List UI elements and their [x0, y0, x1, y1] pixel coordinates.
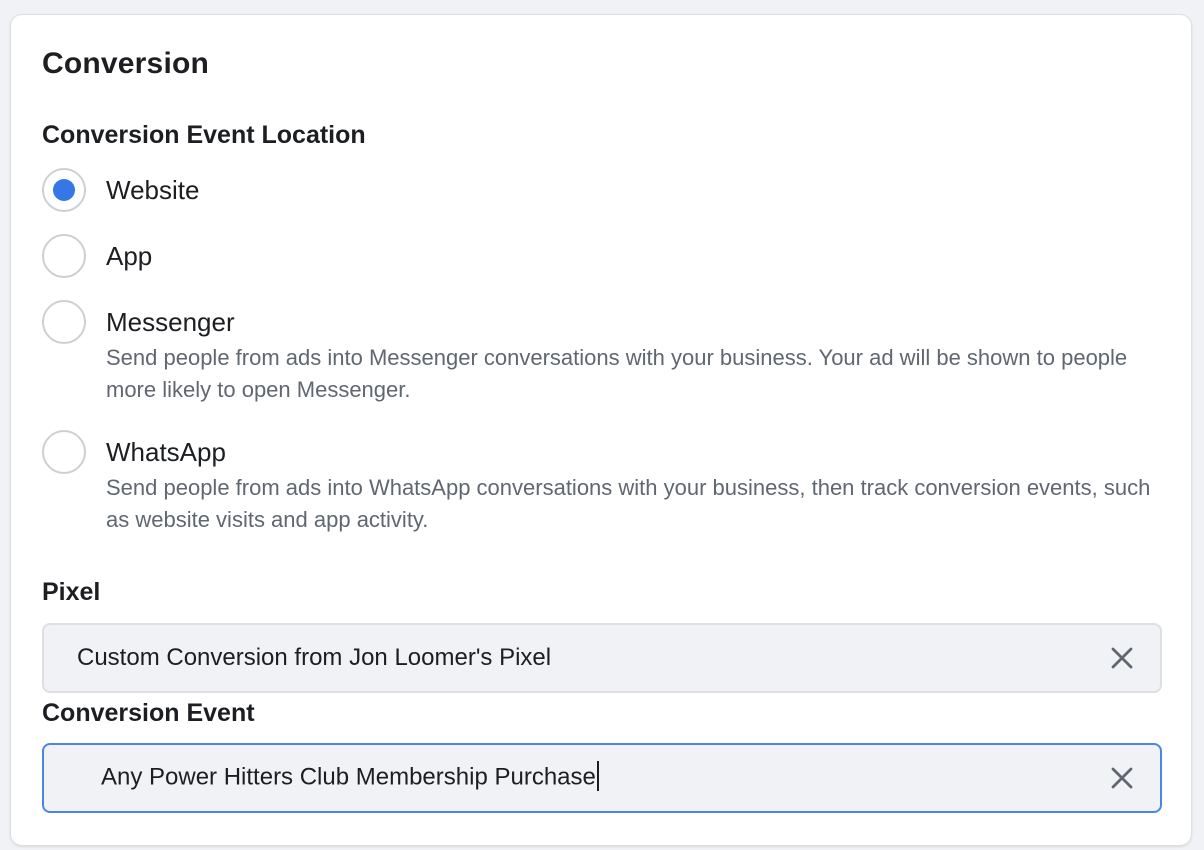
close-icon[interactable]	[1108, 644, 1136, 672]
conversion-event-label: Conversion Event	[42, 699, 255, 727]
pixel-select-value: Custom Conversion from Jon Loomer's Pixe…	[77, 644, 552, 671]
conversion-event-input[interactable]: Any Power Hitters Club Membership Purcha…	[42, 743, 1162, 813]
radio-label-app: App	[106, 241, 153, 271]
radio-label-website: Website	[106, 175, 200, 205]
radio-button-app[interactable]	[42, 234, 86, 278]
radio-label-messenger: Messenger	[106, 307, 235, 337]
radio-button-whatsapp[interactable]	[42, 430, 86, 474]
radio-button-website[interactable]	[42, 168, 86, 212]
radio-option-app[interactable]: App	[42, 234, 152, 278]
radio-description-messenger: Send people from ads into Messenger conv…	[106, 345, 1128, 402]
radio-button-messenger[interactable]	[42, 300, 86, 344]
conversion-card: Conversion Conversion Event Location Web…	[10, 14, 1192, 846]
conversion-event-value: Any Power Hitters Club Membership Purcha…	[101, 761, 599, 793]
radio-option-website[interactable]: Website	[42, 168, 199, 212]
radio-description-whatsapp: Send people from ads into WhatsApp conve…	[106, 475, 1151, 532]
section-title: Conversion	[42, 47, 210, 80]
radio-option-whatsapp[interactable]: WhatsApp Send people from ads into Whats…	[42, 430, 1156, 536]
text-cursor	[596, 761, 599, 791]
close-icon[interactable]	[1108, 764, 1136, 792]
radio-option-messenger[interactable]: Messenger Send people from ads into Mess…	[42, 300, 1156, 406]
radio-label-whatsapp: WhatsApp	[106, 437, 226, 467]
conversion-event-location-label: Conversion Event Location	[42, 121, 366, 149]
pixel-label: Pixel	[42, 578, 101, 606]
pixel-select[interactable]: Custom Conversion from Jon Loomer's Pixe…	[42, 623, 1162, 693]
conversion-event-text: Any Power Hitters Club Membership Purcha…	[101, 763, 596, 791]
